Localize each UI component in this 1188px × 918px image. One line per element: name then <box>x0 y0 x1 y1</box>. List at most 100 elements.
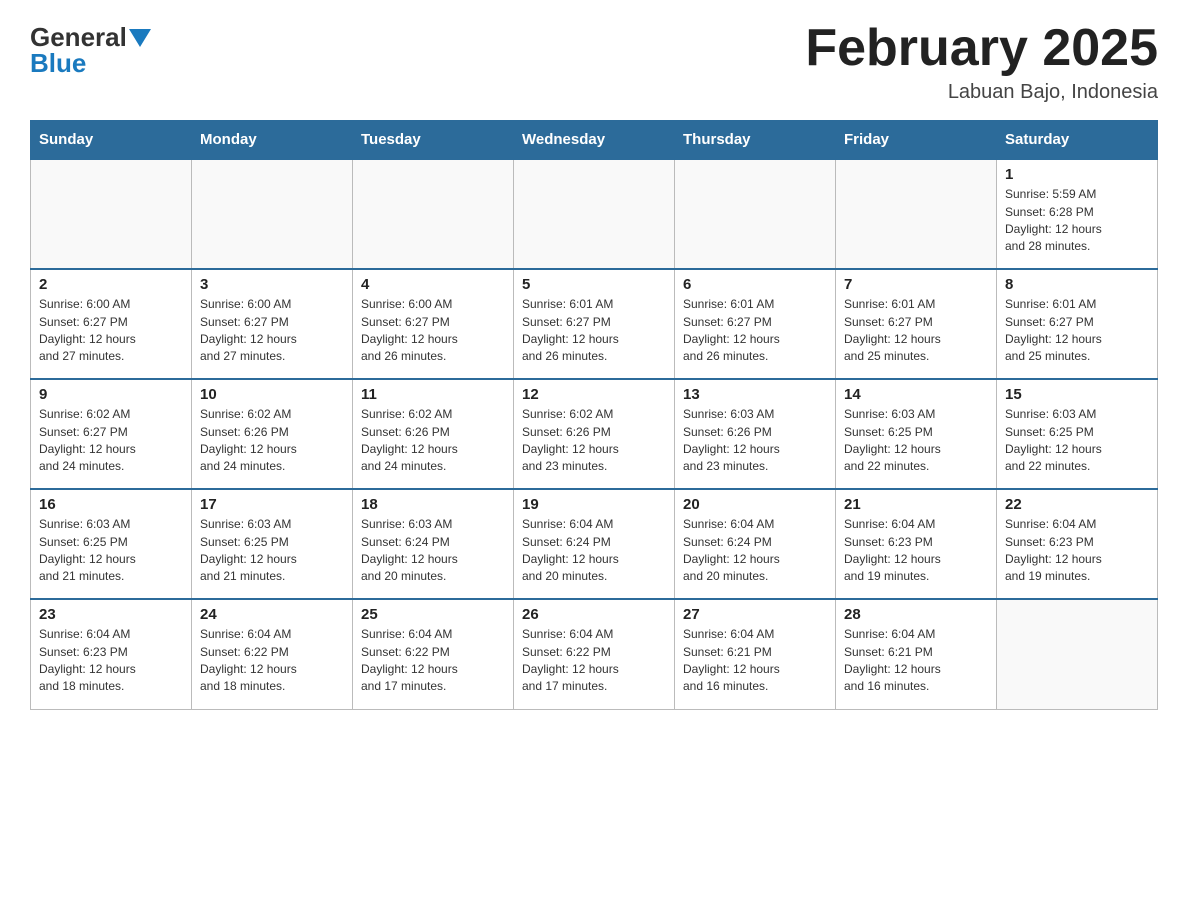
day-info: Sunrise: 6:04 AM Sunset: 6:22 PM Dayligh… <box>361 626 505 696</box>
calendar-cell: 9 Sunrise: 6:02 AM Sunset: 6:27 PM Daylig… <box>31 379 192 489</box>
day-info: Sunrise: 6:01 AM Sunset: 6:27 PM Dayligh… <box>522 296 666 366</box>
day-info: Sunrise: 6:02 AM Sunset: 6:27 PM Dayligh… <box>39 406 183 476</box>
day-info: Sunrise: 6:00 AM Sunset: 6:27 PM Dayligh… <box>200 296 344 366</box>
calendar-cell: 7 Sunrise: 6:01 AM Sunset: 6:27 PM Daylig… <box>836 269 997 379</box>
day-info: Sunrise: 6:02 AM Sunset: 6:26 PM Dayligh… <box>200 406 344 476</box>
title-area: February 2025 Labuan Bajo, Indonesia <box>805 20 1158 104</box>
calendar-cell: 4 Sunrise: 6:00 AM Sunset: 6:27 PM Daylig… <box>353 269 514 379</box>
calendar-cell: 6 Sunrise: 6:01 AM Sunset: 6:27 PM Daylig… <box>675 269 836 379</box>
week-row-3: 16 Sunrise: 6:03 AM Sunset: 6:25 PM Dayli… <box>31 489 1158 599</box>
day-number: 20 <box>683 496 827 513</box>
day-info: Sunrise: 6:01 AM Sunset: 6:27 PM Dayligh… <box>844 296 988 366</box>
calendar-cell: 13 Sunrise: 6:03 AM Sunset: 6:26 PM Dayli… <box>675 379 836 489</box>
day-number: 1 <box>1005 166 1149 183</box>
day-info: Sunrise: 6:04 AM Sunset: 6:24 PM Dayligh… <box>683 516 827 586</box>
col-friday: Friday <box>836 121 997 160</box>
calendar-cell: 27 Sunrise: 6:04 AM Sunset: 6:21 PM Dayli… <box>675 599 836 709</box>
day-number: 14 <box>844 386 988 403</box>
day-info: Sunrise: 6:03 AM Sunset: 6:25 PM Dayligh… <box>39 516 183 586</box>
day-number: 25 <box>361 606 505 623</box>
day-number: 4 <box>361 276 505 293</box>
header-row: Sunday Monday Tuesday Wednesday Thursday… <box>31 121 1158 160</box>
calendar-cell: 5 Sunrise: 6:01 AM Sunset: 6:27 PM Daylig… <box>514 269 675 379</box>
day-number: 6 <box>683 276 827 293</box>
day-number: 19 <box>522 496 666 513</box>
calendar-cell: 24 Sunrise: 6:04 AM Sunset: 6:22 PM Dayli… <box>192 599 353 709</box>
day-info: Sunrise: 6:04 AM Sunset: 6:23 PM Dayligh… <box>1005 516 1149 586</box>
day-info: Sunrise: 5:59 AM Sunset: 6:28 PM Dayligh… <box>1005 186 1149 256</box>
calendar-table: Sunday Monday Tuesday Wednesday Thursday… <box>30 120 1158 710</box>
day-number: 3 <box>200 276 344 293</box>
day-number: 2 <box>39 276 183 293</box>
day-number: 10 <box>200 386 344 403</box>
day-info: Sunrise: 6:04 AM Sunset: 6:23 PM Dayligh… <box>844 516 988 586</box>
calendar-cell: 1 Sunrise: 5:59 AM Sunset: 6:28 PM Daylig… <box>997 159 1158 269</box>
calendar-cell: 19Sunrise: 6:04 AM Sunset: 6:24 PM Dayli… <box>514 489 675 599</box>
day-info: Sunrise: 6:01 AM Sunset: 6:27 PM Dayligh… <box>1005 296 1149 366</box>
calendar-cell: 8 Sunrise: 6:01 AM Sunset: 6:27 PM Daylig… <box>997 269 1158 379</box>
calendar-cell: 2 Sunrise: 6:00 AM Sunset: 6:27 PM Daylig… <box>31 269 192 379</box>
day-number: 23 <box>39 606 183 623</box>
calendar-cell <box>353 159 514 269</box>
col-wednesday: Wednesday <box>514 121 675 160</box>
header: General Blue February 2025 Labuan Bajo, … <box>30 20 1158 104</box>
day-info: Sunrise: 6:04 AM Sunset: 6:23 PM Dayligh… <box>39 626 183 696</box>
calendar-cell: 10 Sunrise: 6:02 AM Sunset: 6:26 PM Dayli… <box>192 379 353 489</box>
logo-general-text: General <box>30 24 127 50</box>
calendar-cell: 18 Sunrise: 6:03 AM Sunset: 6:24 PM Dayli… <box>353 489 514 599</box>
calendar-cell: 26Sunrise: 6:04 AM Sunset: 6:22 PM Dayli… <box>514 599 675 709</box>
calendar-cell: 21 Sunrise: 6:04 AM Sunset: 6:23 PM Dayli… <box>836 489 997 599</box>
logo-triangle-icon <box>129 29 151 47</box>
month-title: February 2025 <box>805 20 1158 77</box>
col-tuesday: Tuesday <box>353 121 514 160</box>
calendar-cell: 11 Sunrise: 6:02 AM Sunset: 6:26 PM Dayli… <box>353 379 514 489</box>
day-info: Sunrise: 6:02 AM Sunset: 6:26 PM Dayligh… <box>522 406 666 476</box>
day-number: 16 <box>39 496 183 513</box>
calendar-cell <box>997 599 1158 709</box>
day-info: Sunrise: 6:03 AM Sunset: 6:24 PM Dayligh… <box>361 516 505 586</box>
day-number: 26 <box>522 606 666 623</box>
day-info: Sunrise: 6:03 AM Sunset: 6:26 PM Dayligh… <box>683 406 827 476</box>
col-sunday: Sunday <box>31 121 192 160</box>
day-info: Sunrise: 6:01 AM Sunset: 6:27 PM Dayligh… <box>683 296 827 366</box>
day-info: Sunrise: 6:02 AM Sunset: 6:26 PM Dayligh… <box>361 406 505 476</box>
col-saturday: Saturday <box>997 121 1158 160</box>
location-title: Labuan Bajo, Indonesia <box>805 81 1158 104</box>
day-number: 27 <box>683 606 827 623</box>
logo-blue-text: Blue <box>30 50 86 76</box>
day-info: Sunrise: 6:03 AM Sunset: 6:25 PM Dayligh… <box>844 406 988 476</box>
day-number: 28 <box>844 606 988 623</box>
calendar-cell: 14 Sunrise: 6:03 AM Sunset: 6:25 PM Dayli… <box>836 379 997 489</box>
calendar-cell: 25 Sunrise: 6:04 AM Sunset: 6:22 PM Dayli… <box>353 599 514 709</box>
calendar-cell: 22 Sunrise: 6:04 AM Sunset: 6:23 PM Dayli… <box>997 489 1158 599</box>
calendar-cell: 20 Sunrise: 6:04 AM Sunset: 6:24 PM Dayli… <box>675 489 836 599</box>
week-row-4: 23 Sunrise: 6:04 AM Sunset: 6:23 PM Dayli… <box>31 599 1158 709</box>
calendar-cell: 16 Sunrise: 6:03 AM Sunset: 6:25 PM Dayli… <box>31 489 192 599</box>
day-info: Sunrise: 6:04 AM Sunset: 6:22 PM Dayligh… <box>200 626 344 696</box>
day-number: 7 <box>844 276 988 293</box>
day-number: 22 <box>1005 496 1149 513</box>
calendar-cell <box>31 159 192 269</box>
day-info: Sunrise: 6:04 AM Sunset: 6:21 PM Dayligh… <box>844 626 988 696</box>
day-number: 18 <box>361 496 505 513</box>
day-info: Sunrise: 6:04 AM Sunset: 6:21 PM Dayligh… <box>683 626 827 696</box>
day-info: Sunrise: 6:00 AM Sunset: 6:27 PM Dayligh… <box>361 296 505 366</box>
week-row-1: 2 Sunrise: 6:00 AM Sunset: 6:27 PM Daylig… <box>31 269 1158 379</box>
day-number: 11 <box>361 386 505 403</box>
day-number: 21 <box>844 496 988 513</box>
week-row-0: 1 Sunrise: 5:59 AM Sunset: 6:28 PM Daylig… <box>31 159 1158 269</box>
day-number: 9 <box>39 386 183 403</box>
calendar-cell: 12Sunrise: 6:02 AM Sunset: 6:26 PM Dayli… <box>514 379 675 489</box>
day-info: Sunrise: 6:03 AM Sunset: 6:25 PM Dayligh… <box>1005 406 1149 476</box>
day-number: 5 <box>522 276 666 293</box>
day-number: 24 <box>200 606 344 623</box>
day-number: 15 <box>1005 386 1149 403</box>
day-number: 8 <box>1005 276 1149 293</box>
day-info: Sunrise: 6:00 AM Sunset: 6:27 PM Dayligh… <box>39 296 183 366</box>
col-monday: Monday <box>192 121 353 160</box>
calendar-cell <box>675 159 836 269</box>
day-number: 13 <box>683 386 827 403</box>
logo: General Blue <box>30 20 151 76</box>
day-number: 17 <box>200 496 344 513</box>
calendar-cell: 23 Sunrise: 6:04 AM Sunset: 6:23 PM Dayli… <box>31 599 192 709</box>
